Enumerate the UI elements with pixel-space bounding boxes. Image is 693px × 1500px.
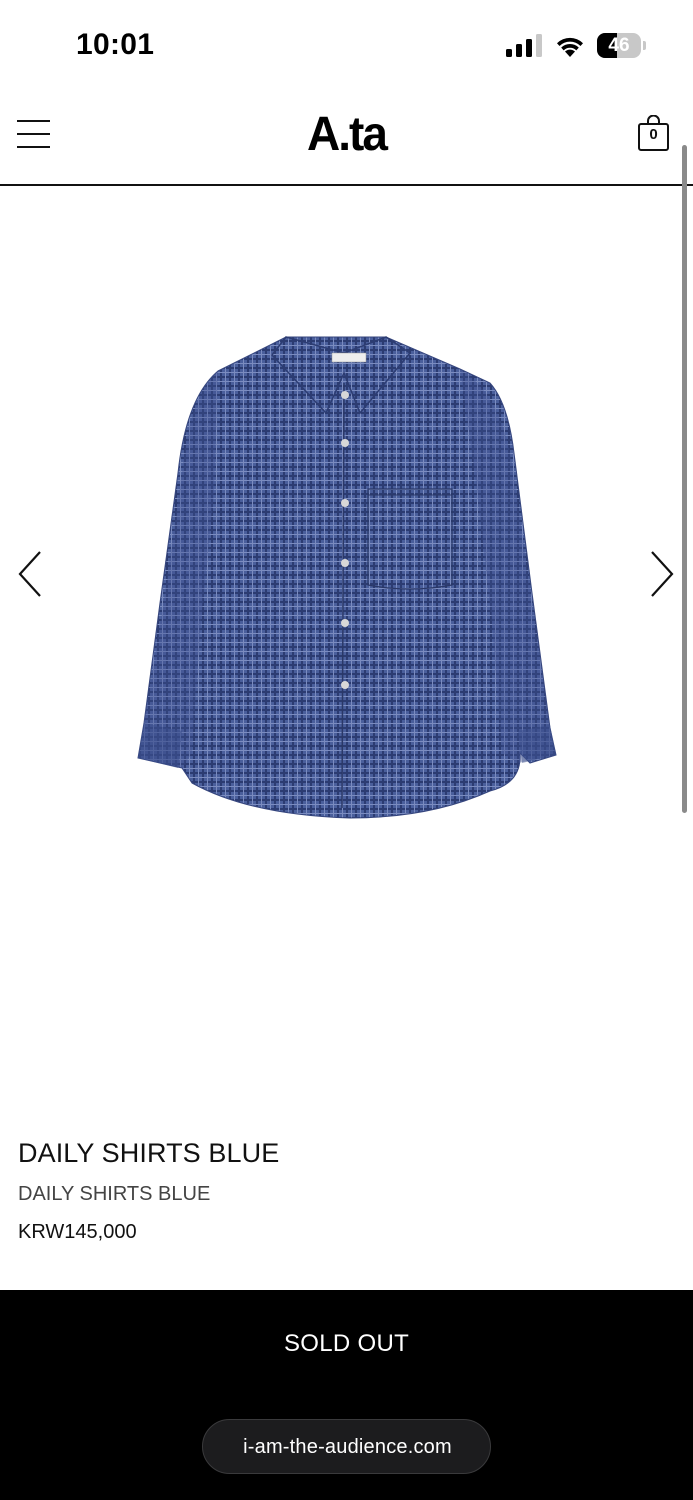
product-image [137,336,557,819]
status-time: 10:01 [76,28,155,61]
battery-icon: 46 [597,33,647,58]
product-subtitle: DAILY SHIRTS BLUE [18,1183,211,1205]
product-info: DAILY SHIRTS BLUE DAILY SHIRTS BLUE KRW1… [18,1138,678,1244]
product-price: KRW145,000 [18,1221,137,1243]
chevron-left-icon [18,551,41,597]
gallery-prev-button[interactable] [12,548,48,600]
product-gallery [0,188,693,968]
cellular-signal-icon [506,34,542,57]
brand-logo[interactable]: A.ta [0,105,693,162]
cart-count: 0 [649,126,658,143]
product-title: DAILY SHIRTS BLUE [18,1138,280,1168]
gallery-next-button[interactable] [644,548,680,600]
site-header: A.ta 0 [0,92,693,186]
sold-out-button[interactable]: SOLD OUT [0,1330,693,1358]
wifi-icon [557,37,583,57]
browser-address-bar[interactable]: i-am-the-audience.com [202,1419,491,1474]
chevron-right-icon [651,551,674,597]
cart-button[interactable]: 0 [637,114,670,152]
url-text: i-am-the-audience.com [243,1436,452,1458]
battery-percent: 46 [608,35,630,56]
sold-out-bar: SOLD OUT i-am-the-audience.com [0,1290,693,1500]
status-bar: 10:01 46 [0,0,693,92]
